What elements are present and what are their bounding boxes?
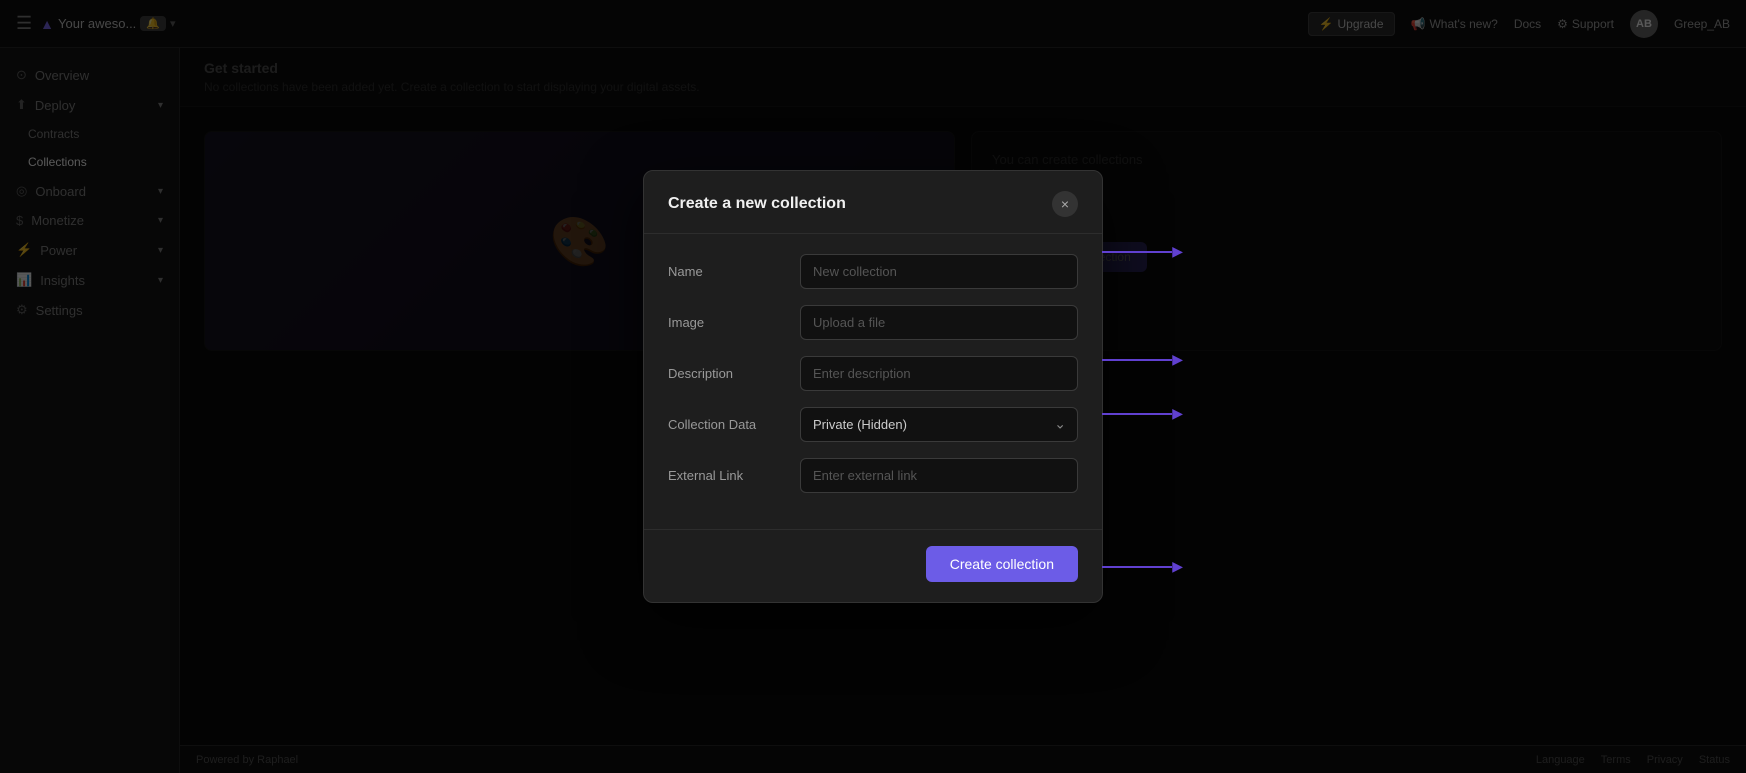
external-link-input[interactable] — [800, 458, 1078, 493]
create-collection-modal: Create a new collection × Name Image — [643, 170, 1103, 603]
name-field-row: Name — [668, 254, 1078, 289]
collection-data-arrow: ▶ — [1102, 405, 1183, 422]
name-input[interactable] — [800, 254, 1078, 289]
description-field-arrow: ▶ — [1102, 351, 1183, 368]
create-collection-button[interactable]: Create collection — [926, 546, 1078, 582]
collection-data-field-row: Collection Data Private (Hidden) Public — [668, 407, 1078, 442]
modal-container: Create a new collection × Name Image — [643, 170, 1103, 603]
description-label: Description — [668, 366, 788, 381]
modal-body: Name Image Description Collection Data — [644, 234, 1102, 529]
description-field-row: Description — [668, 356, 1078, 391]
submit-button-arrow: ▶ — [1102, 558, 1183, 575]
description-input[interactable] — [800, 356, 1078, 391]
name-field-arrow: ▶ — [1102, 243, 1183, 260]
image-field-row: Image — [668, 305, 1078, 340]
collection-data-label: Collection Data — [668, 417, 788, 432]
external-link-field-row: External Link — [668, 458, 1078, 493]
modal-title: Create a new collection — [668, 195, 846, 213]
modal-close-button[interactable]: × — [1052, 191, 1078, 217]
close-icon: × — [1061, 196, 1069, 212]
modal-footer: Create collection — [644, 529, 1102, 602]
collection-data-select-wrapper: Private (Hidden) Public — [800, 407, 1078, 442]
modal-header: Create a new collection × — [644, 171, 1102, 234]
name-label: Name — [668, 264, 788, 279]
image-label: Image — [668, 315, 788, 330]
create-collection-label: Create collection — [950, 556, 1054, 572]
image-input[interactable] — [800, 305, 1078, 340]
modal-overlay: Create a new collection × Name Image — [0, 0, 1746, 773]
collection-data-select[interactable]: Private (Hidden) Public — [800, 407, 1078, 442]
external-link-label: External Link — [668, 468, 788, 483]
